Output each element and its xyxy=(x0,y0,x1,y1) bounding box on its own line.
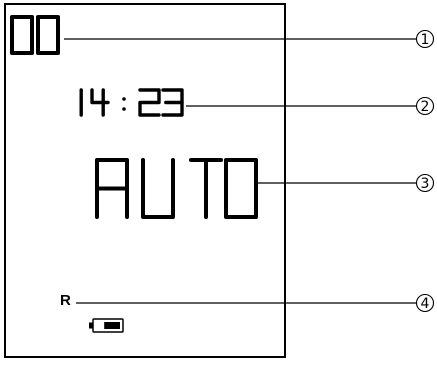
callout-1-number: 1 xyxy=(421,32,430,48)
callout-4: 4 xyxy=(415,293,435,313)
callout-2-number: 2 xyxy=(421,99,430,115)
time-colon-dot xyxy=(122,107,126,111)
callout-2: 2 xyxy=(415,96,435,116)
battery-fill-bar xyxy=(104,322,120,329)
r-indicator: R xyxy=(60,292,71,309)
callout-4-number: 4 xyxy=(421,296,430,312)
callout-1: 1 xyxy=(415,29,435,49)
callout-3-number: 3 xyxy=(421,176,430,192)
callout-3: 3 xyxy=(415,173,435,193)
lcd-diagram: R 1 2 3 4 xyxy=(0,0,437,365)
time-colon-dot xyxy=(122,97,126,101)
lcd-diagram-svg: R 1 2 3 4 xyxy=(4,3,435,358)
